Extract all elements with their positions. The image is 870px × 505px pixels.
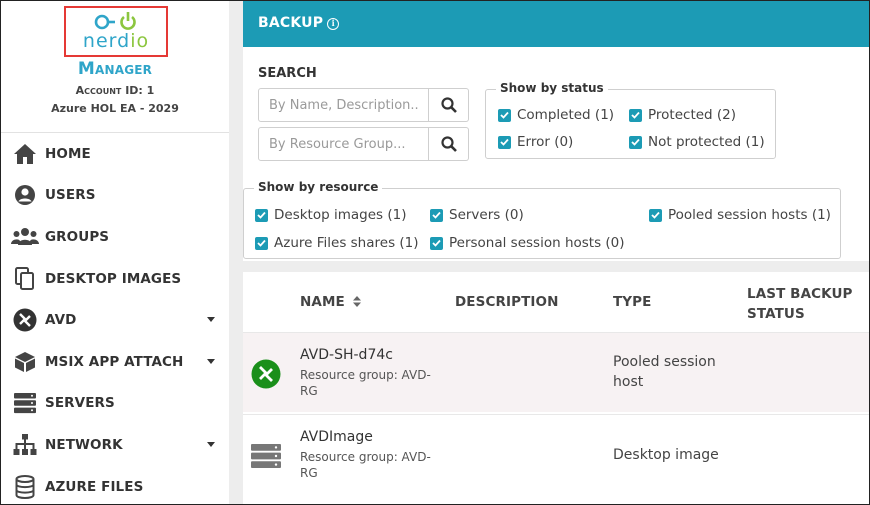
column-header-name[interactable]: NAME (300, 294, 361, 310)
row-name[interactable]: AVD-SH-d74c (300, 347, 393, 363)
network-icon (11, 433, 39, 457)
status-protected-checkbox[interactable]: Protected (2) (629, 107, 736, 123)
filter-panel: SEARCH Show by status Completed (1) Prot… (243, 47, 869, 261)
row-resource-group: Resource group: AVD-RG (300, 368, 431, 398)
status-filter-group: Show by status Completed (1) Protected (… (485, 81, 776, 159)
checkmark-icon (498, 135, 511, 149)
checkmark-icon (430, 208, 443, 222)
name-search-group (258, 88, 469, 122)
product-name: Manager (77, 59, 153, 79)
name-search-button[interactable] (429, 88, 469, 122)
checkmark-icon (498, 108, 511, 122)
sidebar-item-label: AZURE FILES (45, 478, 144, 495)
column-header-type[interactable]: TYPE (613, 294, 652, 310)
nerdio-logo-icon (94, 12, 136, 30)
avd-icon (251, 359, 281, 389)
rg-search-group (258, 127, 469, 161)
copy-icon (11, 266, 39, 291)
sidebar-item-azure-files[interactable]: AZURE FILES (1, 466, 229, 505)
page-header: BACKUP i (243, 1, 869, 47)
server-icon (251, 441, 281, 471)
page-title: BACKUP i (258, 15, 340, 31)
status-error-checkbox[interactable]: Error (0) (498, 134, 573, 150)
chevron-down-icon[interactable] (207, 442, 215, 448)
sidebar-item-label: MSIX APP ATTACH (45, 353, 184, 370)
resource-azure-files-checkbox[interactable]: Azure Files shares (1) (255, 235, 419, 251)
users-group-icon (11, 225, 39, 249)
sidebar-item-label: HOME (45, 145, 91, 162)
sidebar-item-label: NETWORK (45, 436, 123, 453)
checkmark-icon (649, 208, 662, 222)
checkmark-icon (255, 208, 268, 222)
resource-personal-hosts-checkbox[interactable]: Personal session hosts (0) (430, 235, 625, 251)
user-icon (11, 183, 39, 207)
backup-table: NAME DESCRIPTION TYPE LAST BACKUP STATUS… (243, 272, 869, 504)
status-not-protected-checkbox[interactable]: Not protected (1) (629, 134, 765, 150)
chevron-down-icon[interactable] (207, 317, 215, 323)
checkmark-icon (629, 135, 642, 149)
search-title: SEARCH (258, 66, 317, 81)
sidebar-item-users[interactable]: USERS (1, 175, 229, 217)
resource-pooled-hosts-checkbox[interactable]: Pooled session hosts (1) (649, 207, 831, 223)
resource-desktop-images-checkbox[interactable]: Desktop images (1) (255, 207, 406, 223)
row-resource-group: Resource group: AVD-RG (300, 450, 431, 480)
sidebar-nav: HOME USERS GROUPS DESKTOP IMAGES AVD MSI… (1, 133, 229, 505)
server-icon (11, 391, 39, 415)
search-icon (440, 136, 457, 152)
sidebar-item-msix-app-attach[interactable]: MSIX APP ATTACH (1, 341, 229, 383)
column-header-last-backup-status[interactable]: LAST BACKUP STATUS (747, 284, 857, 324)
row-name[interactable]: AVDImage (300, 429, 373, 445)
search-icon (440, 97, 457, 113)
sidebar-item-groups[interactable]: GROUPS (1, 216, 229, 258)
checkmark-icon (430, 236, 443, 250)
sidebar-item-home[interactable]: HOME (1, 133, 229, 175)
home-icon (11, 142, 39, 166)
sidebar-item-avd[interactable]: AVD (1, 299, 229, 341)
tenant-name: Azure HOL EA - 2029 (51, 102, 179, 115)
database-icon (11, 474, 39, 499)
sidebar-item-label: GROUPS (45, 228, 110, 245)
avd-icon (11, 308, 39, 332)
sidebar-item-label: DESKTOP IMAGES (45, 270, 182, 287)
sidebar-item-label: USERS (45, 187, 96, 204)
checkmark-icon (629, 108, 642, 122)
table-row[interactable]: AVD-SH-d74c Resource group: AVD-RG Poole… (243, 332, 869, 412)
status-filter-legend: Show by status (496, 81, 608, 95)
account-id: Account ID: 1 (75, 84, 155, 97)
package-icon (11, 350, 39, 374)
sort-icon[interactable] (352, 296, 361, 307)
name-search-input[interactable] (258, 88, 429, 122)
resource-filter-legend: Show by resource (254, 180, 383, 194)
chevron-down-icon[interactable] (207, 358, 215, 364)
table-row[interactable]: AVDImage Resource group: AVD-RG Desktop … (243, 414, 869, 494)
sidebar-item-desktop-images[interactable]: DESKTOP IMAGES (1, 258, 229, 300)
checkmark-icon (255, 236, 268, 250)
resource-group-search-input[interactable] (258, 127, 429, 161)
nerdio-logo[interactable]: nerdio (64, 6, 168, 57)
row-type: Desktop image (613, 447, 719, 463)
sidebar-item-label: AVD (45, 312, 77, 329)
sidebar-item-network[interactable]: NETWORK (1, 424, 229, 466)
sidebar-item-label: SERVERS (45, 395, 115, 412)
resource-group-search-button[interactable] (429, 127, 469, 161)
resource-filter-group: Show by resource Desktop images (1) Serv… (243, 180, 841, 259)
logo-wordmark: nerdio (82, 30, 150, 52)
sidebar-item-servers[interactable]: SERVERS (1, 383, 229, 425)
info-icon[interactable]: i (327, 18, 340, 30)
row-type: Pooled session host (613, 354, 716, 390)
resource-servers-checkbox[interactable]: Servers (0) (430, 207, 524, 223)
column-header-description[interactable]: DESCRIPTION (455, 294, 558, 310)
status-completed-checkbox[interactable]: Completed (1) (498, 107, 614, 123)
sidebar: nerdio Manager Account ID: 1 Azure HOL E… (1, 1, 229, 504)
